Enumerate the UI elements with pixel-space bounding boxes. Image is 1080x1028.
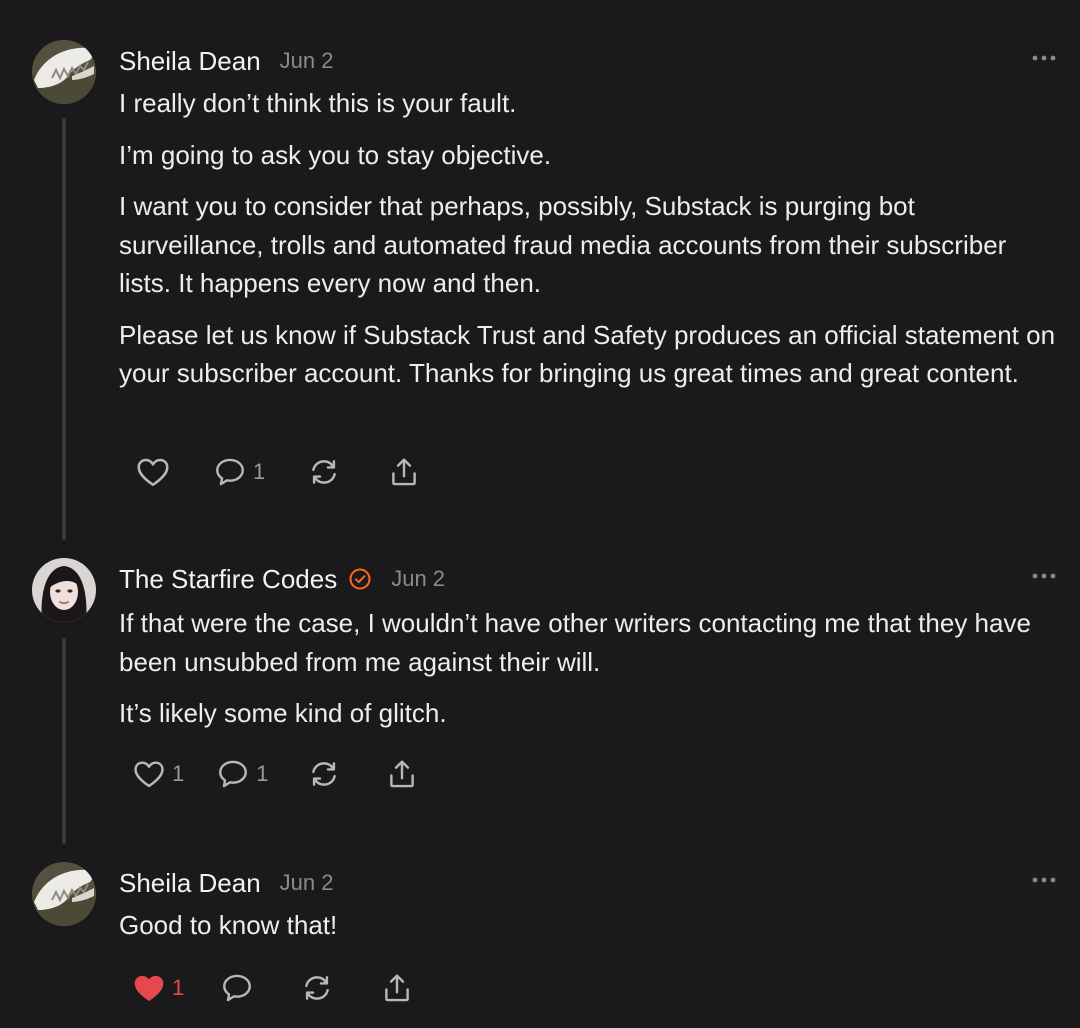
restack-icon [305,976,330,1000]
heart-filled-icon [134,975,164,1001]
ellipsis-icon [1032,877,1056,883]
restack-button[interactable] [307,754,341,794]
comment-date[interactable]: Jun 2 [280,870,334,896]
share-button[interactable] [380,968,414,1008]
comment-paragraph: If that were the case, I wouldn’t have o… [119,608,1031,677]
heart-icon [134,761,164,788]
comment-header: The Starfire Codes Jun 2 [119,562,445,596]
comment-icon [219,760,248,788]
more-options-button[interactable] [1030,564,1058,588]
comment-body: Good to know that! [119,906,1059,958]
avatar[interactable] [32,558,96,622]
thread-line [62,118,66,540]
comment-date[interactable]: Jun 2 [391,566,445,592]
share-button[interactable] [385,754,419,794]
comment-body: If that were the case, I wouldn’t have o… [119,604,1059,746]
like-count: 1 [172,975,185,1000]
comment-body: I really don’t think this is your fault.… [119,84,1059,406]
comment-paragraph: I really don’t think this is your fault. [119,88,517,118]
thread-line [62,638,66,844]
comment-header: Sheila Dean Jun 2 [119,866,333,900]
reply-button[interactable]: 1 [216,754,269,794]
comment-paragraph: It’s likely some kind of glitch. [119,698,447,728]
like-count: 1 [172,761,185,786]
share-button[interactable] [387,452,421,492]
author-name[interactable]: The Starfire Codes [119,564,337,595]
avatar[interactable] [32,862,96,926]
like-button[interactable] [135,452,171,492]
restack-icon [312,460,337,484]
comment-icon [216,458,244,486]
ellipsis-icon [1032,55,1056,61]
share-icon [392,458,417,486]
comment-paragraph: I’m going to ask you to stay objective. [119,139,552,170]
comment-actions: 1 [135,452,421,492]
comment-icon [223,974,252,1002]
more-options-button[interactable] [1030,868,1058,892]
reply-button[interactable] [220,968,254,1008]
comment-header: Sheila Dean Jun 2 [119,44,333,78]
share-icon [389,760,414,788]
comment-date[interactable]: Jun 2 [280,48,334,74]
verified-badge-icon [348,567,372,591]
author-name[interactable]: Sheila Dean [119,46,261,77]
heart-icon [137,458,169,487]
more-options-button[interactable] [1030,46,1058,70]
avatar-image [32,40,96,104]
restack-icon [311,762,336,786]
reply-count: 1 [256,761,269,786]
comment-paragraph: I want you to consider that perhaps, pos… [119,191,1007,298]
restack-button[interactable] [300,968,334,1008]
like-button[interactable]: 1 [132,754,184,794]
reply-button[interactable]: 1 [213,452,265,492]
share-icon [385,974,410,1002]
comment-actions: 1 [132,968,414,1008]
avatar[interactable] [32,40,96,104]
avatar-image [32,558,96,622]
author-name[interactable]: Sheila Dean [119,868,261,899]
comment-paragraph: Please let us know if Substack Trust and… [119,319,1056,389]
comment-actions: 1 1 [132,754,419,794]
comment-paragraph: Good to know that! [119,910,338,940]
ellipsis-icon [1032,573,1056,579]
restack-button[interactable] [307,452,341,492]
avatar-image [32,862,96,926]
like-button[interactable]: 1 [132,968,184,1008]
reply-count: 1 [253,459,266,484]
